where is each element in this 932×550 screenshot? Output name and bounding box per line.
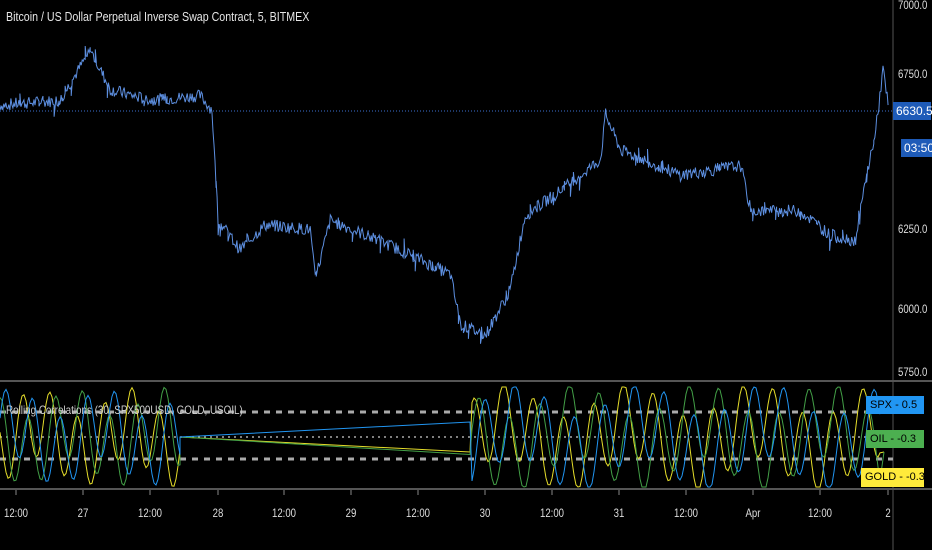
current-price-tag: 6630.5: [893, 102, 932, 120]
price-label: 6000.0: [898, 302, 928, 316]
bar-countdown-tag: 03:50: [901, 139, 932, 157]
time-label: 27: [77, 506, 89, 520]
price-series-line: [0, 45, 889, 344]
time-label: 28: [212, 506, 224, 520]
time-label: 12:00: [137, 506, 163, 520]
price-label: 7000.0: [898, 0, 928, 12]
time-label: 30: [479, 506, 491, 520]
price-label: 6750.0: [898, 67, 928, 81]
time-label: Apr: [745, 506, 761, 520]
time-label: 12:00: [405, 506, 431, 520]
time-label: 12:00: [3, 506, 29, 520]
time-label: 2: [885, 506, 891, 520]
time-label: 29: [345, 506, 357, 520]
time-label: 12:00: [271, 506, 297, 520]
time-label: 12:00: [673, 506, 699, 520]
time-label: 12:00: [807, 506, 833, 520]
time-label: 31: [613, 506, 625, 520]
price-label: 5750.0: [898, 365, 928, 379]
oil-correlation-tag: OIL - -0.3: [866, 430, 924, 448]
price-label: 6250.0: [898, 222, 928, 236]
chart-canvas[interactable]: [0, 0, 932, 550]
indicator-title: Rolling Correlations (30, SPX500USD, GOL…: [6, 403, 243, 417]
gold-correlation-tag: GOLD - -0.3: [861, 468, 924, 487]
symbol-title: Bitcoin / US Dollar Perpetual Inverse Sw…: [6, 9, 310, 24]
time-label: 12:00: [539, 506, 565, 520]
spx-correlation-tag: SPX - 0.5: [866, 396, 924, 414]
